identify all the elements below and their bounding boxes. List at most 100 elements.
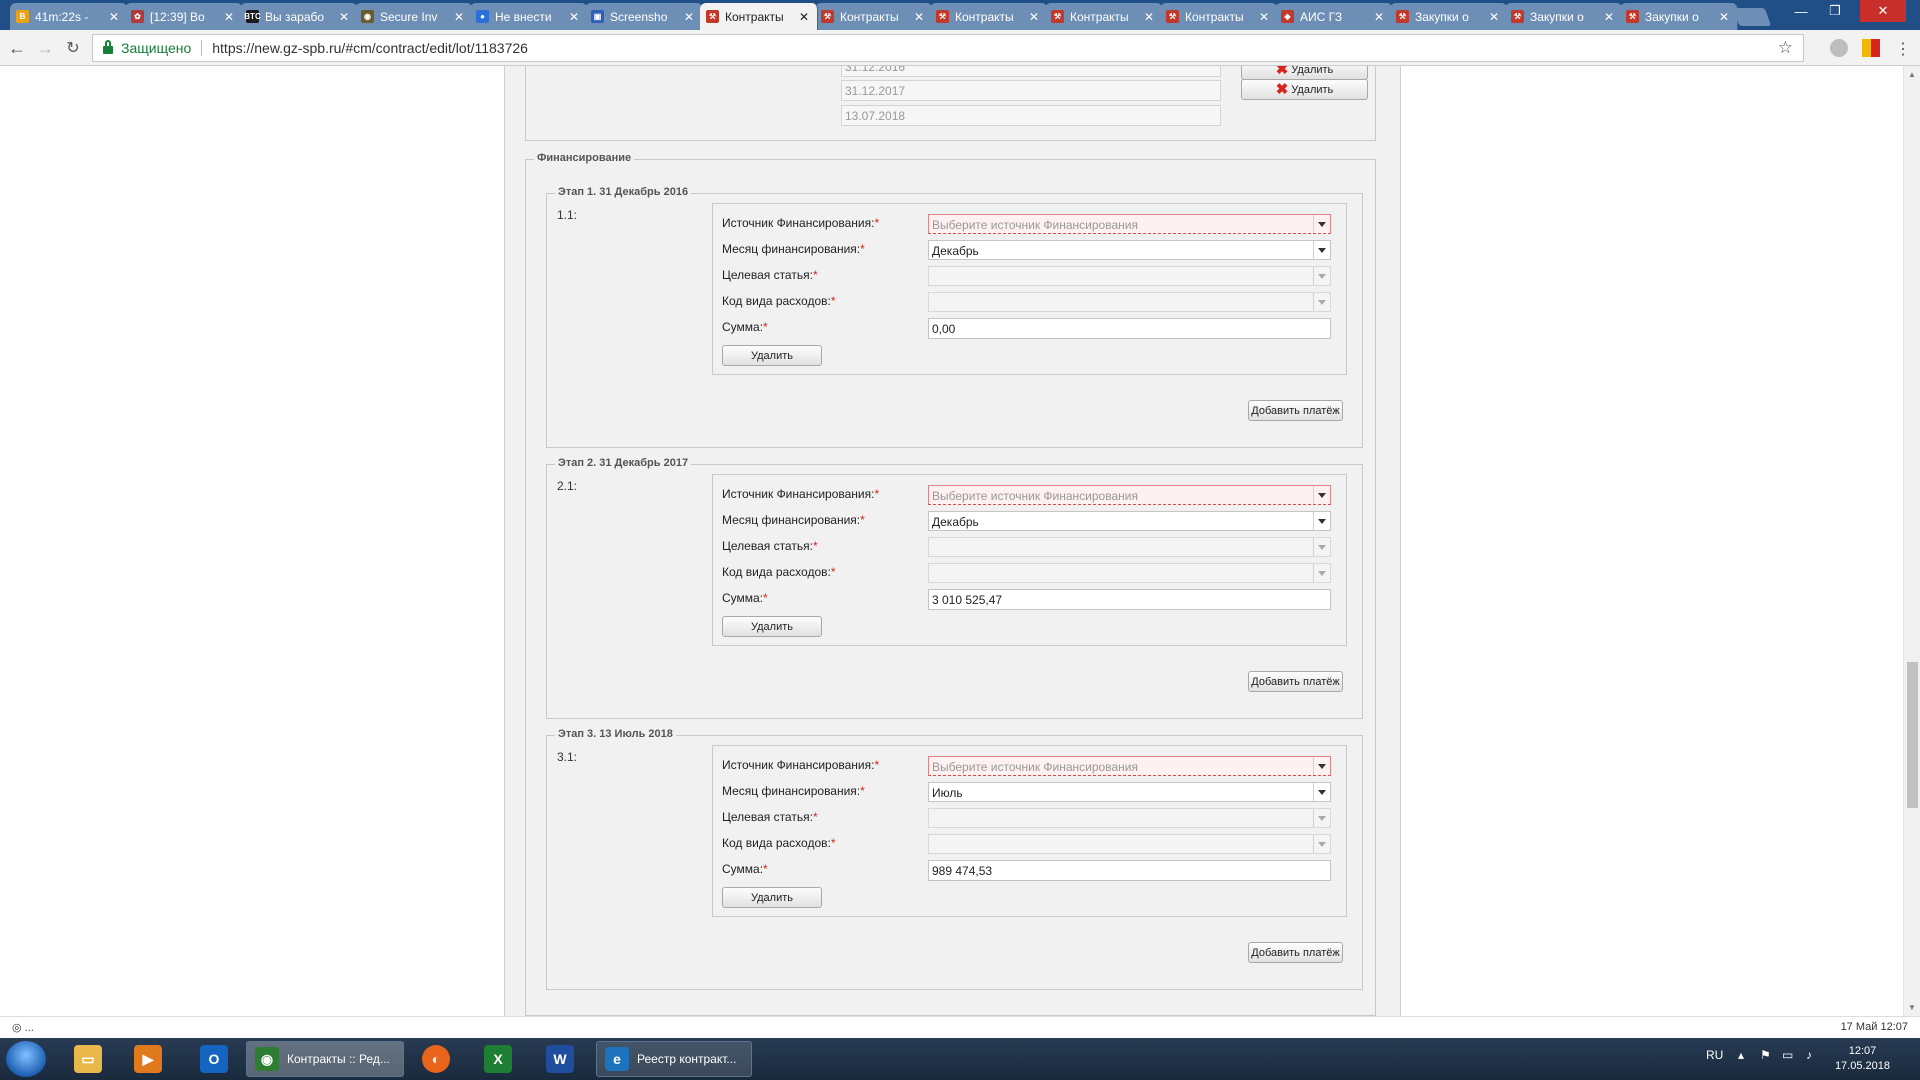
scroll-down-icon[interactable]: ▼ [1908, 1003, 1916, 1012]
browser-tab[interactable]: ▣ Screensho ✕ [585, 3, 703, 30]
browser-tab[interactable]: ⚒ Контракты ✕ [1160, 3, 1278, 30]
scroll-up-icon[interactable]: ▲ [1908, 70, 1916, 79]
date-field[interactable]: 13.07.2018 [841, 105, 1221, 126]
tab-close-icon[interactable]: ✕ [569, 10, 581, 24]
browser-tab[interactable]: B 41m:22s - ✕ [10, 3, 128, 30]
browser-tab[interactable]: ⚒ Контракты ✕ [930, 3, 1048, 30]
month-select[interactable]: Июль [928, 782, 1331, 802]
amount-input[interactable]: 0,00 [928, 318, 1331, 339]
tab-close-icon[interactable]: ✕ [339, 10, 351, 24]
firefox-icon[interactable]: ◐ [410, 1042, 462, 1076]
expense-code-select[interactable] [928, 292, 1331, 312]
browser-tab[interactable]: ⚒ Контракты ✕ [1045, 3, 1163, 30]
scrollbar-thumb[interactable] [1907, 662, 1918, 808]
chevron-down-icon[interactable] [1313, 783, 1330, 801]
extension-icon[interactable] [1830, 39, 1848, 57]
delete-date-button[interactable]: ✖ Удалить [1241, 79, 1368, 100]
chevron-down-icon[interactable] [1313, 241, 1330, 259]
forward-icon[interactable]: → [34, 37, 56, 59]
tab-close-icon[interactable]: ✕ [1029, 10, 1041, 24]
tab-close-icon[interactable]: ✕ [684, 10, 696, 24]
taskbar-task-ie[interactable]: e Реестр контракт... [596, 1041, 752, 1077]
source-select[interactable]: Выберите источник Финансирования [928, 485, 1331, 505]
outlook-icon[interactable]: O [188, 1042, 240, 1076]
tray-expand-icon[interactable]: ▴ [1738, 1048, 1744, 1062]
browser-tab[interactable]: ● Не внести ✕ [470, 3, 588, 30]
tab-close-icon[interactable]: ✕ [224, 10, 236, 24]
page-scrollbar[interactable]: ▲ ▼ [1903, 66, 1920, 1016]
browser-tab[interactable]: ⚒ Закупки о ✕ [1390, 3, 1508, 30]
word-icon[interactable]: W [534, 1042, 586, 1076]
date-field[interactable]: 31.12.2016 [841, 66, 1221, 77]
browser-tab[interactable]: ⚒ Закупки о ✕ [1620, 3, 1738, 30]
amount-input[interactable]: 989 474,53 [928, 860, 1331, 881]
tab-close-icon[interactable]: ✕ [1144, 10, 1156, 24]
browser-tab[interactable]: ✿ [12:39] Bo ✕ [125, 3, 243, 30]
url-text[interactable]: https://new.gz-spb.ru/#cm/contract/edit/… [212, 40, 528, 56]
chevron-down-icon[interactable] [1313, 512, 1330, 530]
browser-tab[interactable]: ⚒ Закупки о ✕ [1505, 3, 1623, 30]
delete-payment-button[interactable]: Удалить [722, 345, 822, 366]
clock[interactable]: 12:07 17.05.2018 [1835, 1044, 1890, 1074]
browser-tab[interactable]: BTC Вы зарабо ✕ [240, 3, 358, 30]
taskbar-task-chrome[interactable]: ◉ Контракты :: Ред... [246, 1041, 404, 1077]
source-select[interactable]: Выберите источник Финансирования [928, 756, 1331, 776]
add-payment-button[interactable]: Добавить платёж [1248, 671, 1343, 692]
menu-icon[interactable]: ⋮ [1894, 39, 1912, 58]
bookmark-extension-icon[interactable] [1862, 39, 1880, 57]
tab-close-icon[interactable]: ✕ [1374, 10, 1386, 24]
date-field[interactable]: 31.12.2017 [841, 80, 1221, 101]
tab-close-icon[interactable]: ✕ [1259, 10, 1271, 24]
chevron-down-icon[interactable] [1313, 835, 1330, 853]
amount-input[interactable]: 3 010 525,47 [928, 589, 1331, 610]
expense-code-select[interactable] [928, 834, 1331, 854]
article-select[interactable] [928, 808, 1331, 828]
browser-tab[interactable]: ⚒ Контракты ✕ [815, 3, 933, 30]
chevron-down-icon[interactable] [1313, 757, 1330, 775]
bookmark-star-icon[interactable]: ☆ [1778, 38, 1793, 58]
tab-close-icon[interactable]: ✕ [454, 10, 466, 24]
tab-close-icon[interactable]: ✕ [109, 10, 121, 24]
back-icon[interactable]: ← [6, 37, 28, 59]
reload-icon[interactable]: ↻ [62, 37, 84, 59]
action-center-icon[interactable]: ⚑ [1760, 1048, 1771, 1062]
tab-close-icon[interactable]: ✕ [1489, 10, 1501, 24]
article-select[interactable] [928, 537, 1331, 557]
article-select[interactable] [928, 266, 1331, 286]
volume-icon[interactable]: ♪ [1806, 1048, 1812, 1062]
add-payment-button[interactable]: Добавить платёж [1248, 942, 1343, 963]
delete-payment-button[interactable]: Удалить [722, 616, 822, 637]
close-window-icon[interactable]: ✕ [1860, 0, 1906, 22]
address-bar[interactable]: Защищено https://new.gz-spb.ru/#cm/contr… [92, 34, 1804, 62]
tab-close-icon[interactable]: ✕ [1604, 10, 1616, 24]
tab-close-icon[interactable]: ✕ [914, 10, 926, 24]
new-tab-button[interactable] [1732, 8, 1772, 26]
month-select[interactable]: Декабрь [928, 240, 1331, 260]
chevron-down-icon[interactable] [1313, 809, 1330, 827]
browser-tab[interactable]: ◉ Secure Inv ✕ [355, 3, 473, 30]
month-select[interactable]: Декабрь [928, 511, 1331, 531]
delete-date-button[interactable]: ✖ Удалить [1241, 66, 1368, 80]
chevron-down-icon[interactable] [1313, 564, 1330, 582]
minimize-icon[interactable]: — [1784, 0, 1818, 22]
restore-icon[interactable]: ❐ [1818, 0, 1852, 22]
tab-close-icon[interactable]: ✕ [1719, 10, 1731, 24]
chevron-down-icon[interactable] [1313, 215, 1330, 233]
source-select[interactable]: Выберите источник Финансирования [928, 214, 1331, 234]
chevron-down-icon[interactable] [1313, 486, 1330, 504]
browser-tab[interactable]: ◈ АИС ГЗ ✕ [1275, 3, 1393, 30]
explorer-icon[interactable]: ▭ [62, 1042, 114, 1076]
language-indicator[interactable]: RU [1706, 1048, 1723, 1062]
chevron-down-icon[interactable] [1313, 293, 1330, 311]
excel-icon[interactable]: X [472, 1042, 524, 1076]
tab-close-icon[interactable]: ✕ [799, 10, 811, 24]
browser-tab[interactable]: ⚒ Контракты ✕ [700, 3, 818, 30]
delete-payment-button[interactable]: Удалить [722, 887, 822, 908]
network-icon[interactable]: ▭ [1782, 1048, 1793, 1062]
media-player-icon[interactable]: ▶ [122, 1042, 174, 1076]
start-button[interactable] [6, 1041, 46, 1077]
chevron-down-icon[interactable] [1313, 267, 1330, 285]
add-payment-button[interactable]: Добавить платёж [1248, 400, 1343, 421]
expense-code-select[interactable] [928, 563, 1331, 583]
chevron-down-icon[interactable] [1313, 538, 1330, 556]
